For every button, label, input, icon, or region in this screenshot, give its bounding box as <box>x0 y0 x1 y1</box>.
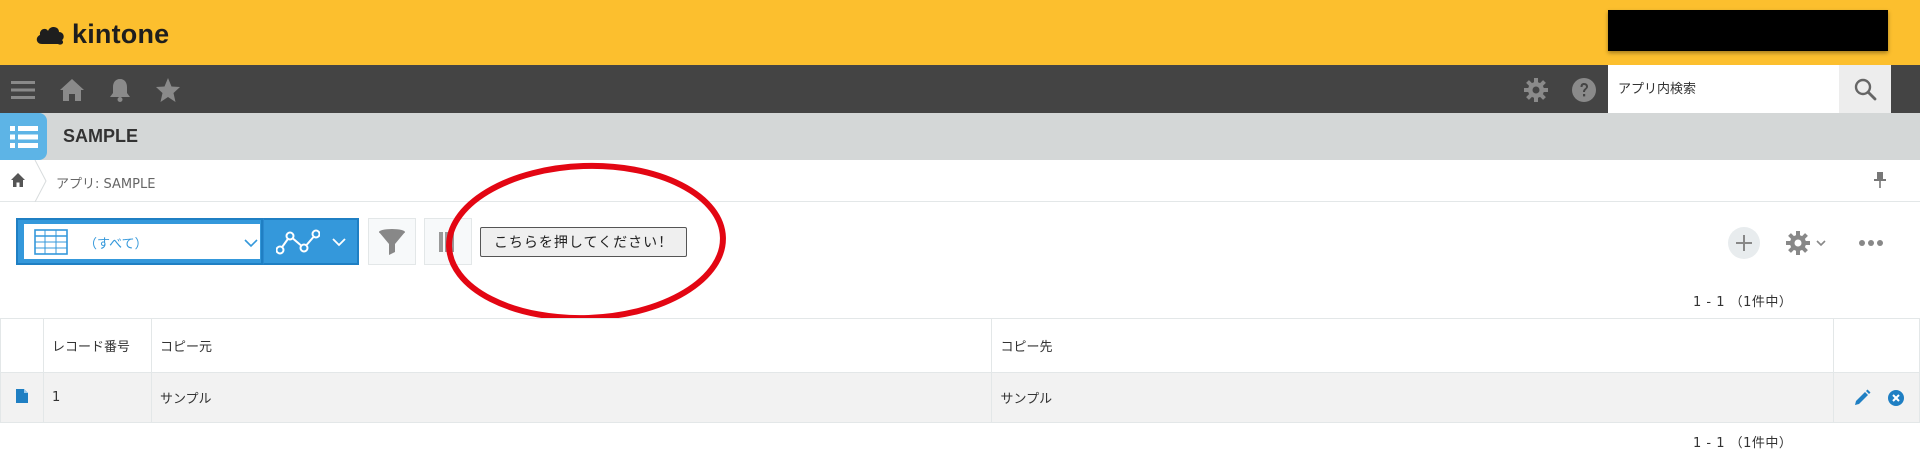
pagination-info-top: 1 - 1 （1件中） <box>1693 295 1793 310</box>
custom-action-button[interactable]: こちらを押してください！ <box>480 227 687 257</box>
graph-button[interactable] <box>263 218 359 265</box>
view-selector[interactable]: （すべて） <box>16 218 263 265</box>
column-settings-button[interactable] <box>424 218 472 265</box>
breadcrumb-separator <box>34 160 47 202</box>
user-menu-redacted[interactable] <box>1608 10 1888 51</box>
records-table: レコード番号 コピー元 コピー先 1 サンプル サンプル <box>0 318 1920 423</box>
column-header-blank <box>0 318 44 373</box>
ellipsis-icon <box>1859 240 1883 246</box>
menu-icon[interactable] <box>10 77 36 103</box>
graph-icon <box>276 229 320 255</box>
column-icon <box>439 232 454 252</box>
column-header-copy-destination[interactable]: コピー先 <box>991 318 1834 373</box>
add-record-button[interactable] <box>1728 227 1760 259</box>
app-settings-button[interactable] <box>1785 228 1829 258</box>
record-number-cell: 1 <box>42 372 152 423</box>
row-actions-cell <box>1833 372 1920 423</box>
search-button[interactable] <box>1839 65 1891 113</box>
home-icon[interactable] <box>59 77 85 103</box>
logo-text: kintone <box>72 19 170 49</box>
search-spacer <box>1891 65 1920 113</box>
filter-icon <box>379 228 405 255</box>
column-header-actions <box>1833 318 1920 373</box>
edit-pencil-icon[interactable] <box>1853 389 1871 407</box>
kintone-logo[interactable]: kintone <box>34 19 169 50</box>
search-icon <box>1854 78 1877 101</box>
app-title[interactable]: SAMPLE <box>63 126 138 147</box>
app-title-bar: SAMPLE <box>0 113 1920 160</box>
breadcrumb: アプリ: SAMPLE <box>0 160 1920 202</box>
plus-icon <box>1736 235 1752 251</box>
pin-icon[interactable] <box>1872 171 1888 189</box>
delete-icon[interactable] <box>1887 389 1905 407</box>
table-view-icon <box>34 229 68 255</box>
more-options-button[interactable] <box>1855 228 1887 258</box>
column-header-record-number[interactable]: レコード番号 <box>42 318 152 373</box>
chevron-down-icon <box>244 239 258 248</box>
bell-icon[interactable] <box>107 77 133 103</box>
chevron-down-icon <box>1816 240 1826 247</box>
view-selector-label: （すべて） <box>84 237 148 252</box>
copy-source-cell: サンプル <box>150 372 993 423</box>
copy-destination-cell: サンプル <box>991 372 1834 423</box>
document-icon[interactable] <box>15 388 29 404</box>
settings-gear-icon <box>1786 231 1810 255</box>
table-row: 1 サンプル サンプル <box>0 372 1920 423</box>
top-header: kintone <box>0 0 1920 65</box>
breadcrumb-app-link[interactable]: アプリ: SAMPLE <box>56 173 155 192</box>
breadcrumb-home-icon[interactable] <box>10 172 26 188</box>
gear-icon[interactable] <box>1523 77 1549 103</box>
star-icon[interactable] <box>155 77 181 103</box>
record-detail-cell[interactable] <box>0 372 44 423</box>
filter-button[interactable] <box>368 218 416 265</box>
app-list-icon[interactable] <box>0 113 47 160</box>
column-header-copy-source[interactable]: コピー元 <box>150 318 993 373</box>
app-search-input[interactable] <box>1608 65 1839 113</box>
view-selector-field: （すべて） <box>24 224 260 259</box>
cloud-logo-icon <box>36 26 64 45</box>
help-icon[interactable] <box>1571 77 1597 103</box>
app-search <box>1608 65 1920 113</box>
table-header-row: レコード番号 コピー元 コピー先 <box>0 318 1920 373</box>
pagination-info-bottom: 1 - 1 （1件中） <box>1693 436 1793 451</box>
graph-chevron-down-icon <box>332 238 346 247</box>
